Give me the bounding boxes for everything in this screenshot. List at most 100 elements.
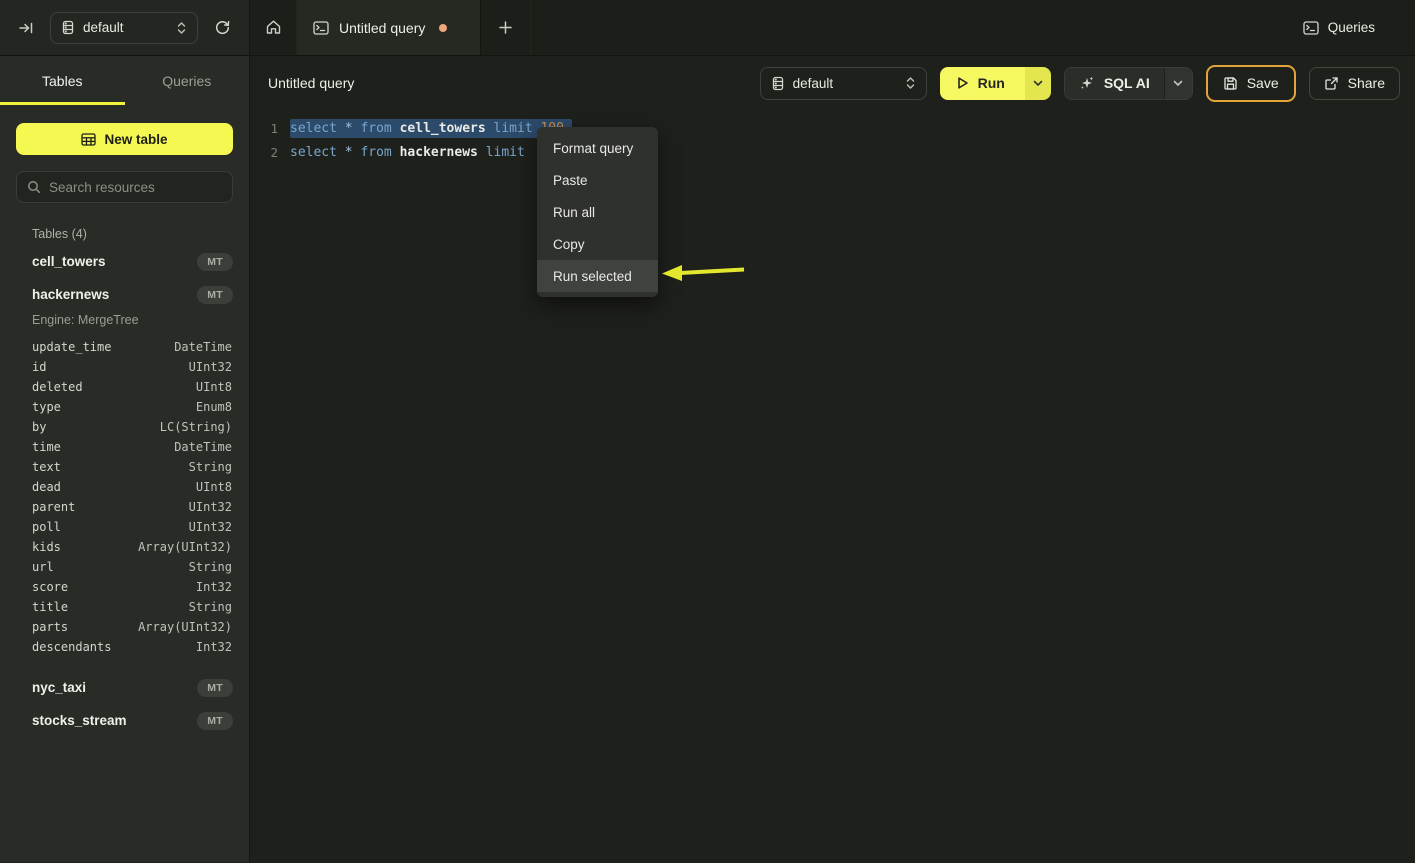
sparkles-icon xyxy=(1079,75,1095,91)
new-tab-button[interactable] xyxy=(481,0,531,55)
sql-token xyxy=(525,145,533,160)
column-name: dead xyxy=(32,480,61,494)
sql-token xyxy=(337,121,345,136)
refresh-button[interactable] xyxy=(210,15,235,40)
search-resources-input[interactable] xyxy=(49,180,226,195)
column-type: UInt32 xyxy=(189,360,232,374)
top-bar-right: Queries xyxy=(1303,0,1415,55)
home-button[interactable] xyxy=(250,0,297,55)
sql-token xyxy=(392,121,400,136)
sidebar: Tables Queries New table xyxy=(0,56,250,862)
sql-ai-options-button[interactable] xyxy=(1164,68,1192,99)
terminal-icon xyxy=(313,21,329,35)
column-row: descendantsInt32 xyxy=(32,637,232,657)
sidebar-tab-queries-label: Queries xyxy=(162,73,211,89)
run-options-button[interactable] xyxy=(1025,67,1051,100)
tab-title: Untitled query xyxy=(339,20,425,36)
line-number: 2 xyxy=(250,145,278,160)
table-item-cell-towers[interactable]: cell_towers MT xyxy=(16,245,233,278)
plus-icon xyxy=(498,20,513,35)
column-row: textString xyxy=(32,457,232,477)
top-bar: default xyxy=(0,0,1415,56)
refresh-icon xyxy=(214,19,231,36)
column-type: Enum8 xyxy=(196,400,232,414)
column-name: poll xyxy=(32,520,61,534)
menu-item-format-query[interactable]: Format query xyxy=(537,132,658,164)
column-row: deletedUInt8 xyxy=(32,377,232,397)
column-row: kidsArray(UInt32) xyxy=(32,537,232,557)
column-name: score xyxy=(32,580,68,594)
run-button-label: Run xyxy=(978,75,1005,91)
editor-context-menu: Format queryPasteRun allCopyRun selected xyxy=(537,127,658,297)
menu-item-copy[interactable]: Copy xyxy=(537,228,658,260)
queries-button[interactable]: Queries xyxy=(1303,20,1375,35)
column-row: time DateTime xyxy=(32,437,232,457)
column-name: url xyxy=(32,560,54,574)
sql-token: from xyxy=(360,145,391,160)
new-table-button[interactable]: New table xyxy=(16,123,233,155)
menu-item-run-selected[interactable]: Run selected xyxy=(537,260,658,292)
sidebar-tab-tables[interactable]: Tables xyxy=(0,56,125,105)
column-type: DateTime xyxy=(174,340,232,354)
sql-token: hackernews xyxy=(400,145,478,160)
editor-line-1: 1 select * from cell_towers limit 100 xyxy=(250,116,1415,140)
sql-token: limit xyxy=(494,121,533,136)
sql-token: from xyxy=(360,121,391,136)
column-type: DateTime xyxy=(174,440,232,454)
column-name: descendants xyxy=(32,640,111,654)
sql-ai-split-button: SQL AI xyxy=(1064,67,1193,100)
menu-item-paste[interactable]: Paste xyxy=(537,164,658,196)
table-icon xyxy=(81,133,96,146)
table-name: nyc_taxi xyxy=(32,680,86,695)
sql-token: * xyxy=(345,145,353,160)
column-row: dead UInt8 xyxy=(32,477,232,497)
save-button-label: Save xyxy=(1247,75,1279,91)
share-button[interactable]: Share xyxy=(1309,67,1400,100)
column-name: by xyxy=(32,420,46,434)
column-name: time xyxy=(32,440,61,454)
column-name: update_time xyxy=(32,340,111,354)
column-row: score Int32 xyxy=(32,577,232,597)
column-type: UInt32 xyxy=(189,500,232,514)
column-type: LC(String) xyxy=(160,420,232,434)
sql-text: select * from hackernews limit xyxy=(290,145,533,160)
sql-token xyxy=(486,121,494,136)
chevron-down-icon xyxy=(1173,80,1183,87)
run-button[interactable]: Run xyxy=(940,67,1025,100)
column-type: Int32 xyxy=(196,580,232,594)
column-name: title xyxy=(32,600,68,614)
chevron-updown-icon xyxy=(905,76,916,90)
database-selector[interactable]: default xyxy=(50,12,198,44)
collapse-sidebar-button[interactable] xyxy=(14,16,38,40)
menu-item-run-all[interactable]: Run all xyxy=(537,196,658,228)
share-button-label: Share xyxy=(1348,75,1385,91)
tab-untitled-query[interactable]: Untitled query xyxy=(297,0,481,55)
engine-badge: MT xyxy=(197,712,233,730)
sidebar-tab-tables-label: Tables xyxy=(42,73,82,89)
column-name: parts xyxy=(32,620,68,634)
play-icon xyxy=(956,76,969,90)
column-row: urlString xyxy=(32,557,232,577)
sql-token: select xyxy=(290,145,337,160)
engine-detail: Engine: MergeTree xyxy=(16,313,233,327)
column-name: kids xyxy=(32,540,61,554)
sidebar-tab-queries[interactable]: Queries xyxy=(125,56,250,105)
table-item-stocks-stream[interactable]: stocks_stream MT xyxy=(16,704,233,737)
column-name: deleted xyxy=(32,380,83,394)
sql-editor[interactable]: 1 select * from cell_towers limit 100 2 … xyxy=(250,110,1415,164)
main-panel: Untitled query default xyxy=(250,56,1415,862)
table-item-nyc-taxi[interactable]: nyc_taxi MT xyxy=(16,671,233,704)
column-type: UInt8 xyxy=(196,480,232,494)
column-row: title String xyxy=(32,597,232,617)
column-row: partsArray(UInt32) xyxy=(32,617,232,637)
sql-ai-button-label: SQL AI xyxy=(1104,75,1150,91)
sql-ai-button[interactable]: SQL AI xyxy=(1065,68,1164,99)
column-row: typeEnum8 xyxy=(32,397,232,417)
toolbar-database-selector[interactable]: default xyxy=(760,67,927,100)
save-button[interactable]: Save xyxy=(1206,65,1296,102)
sidebar-content: New table Tables (4) cell_towers MT xyxy=(0,105,249,737)
table-item-hackernews[interactable]: hackernews MT xyxy=(16,278,233,311)
database-selector-value: default xyxy=(83,20,168,35)
column-name: parent xyxy=(32,500,75,514)
column-type: String xyxy=(189,600,232,614)
